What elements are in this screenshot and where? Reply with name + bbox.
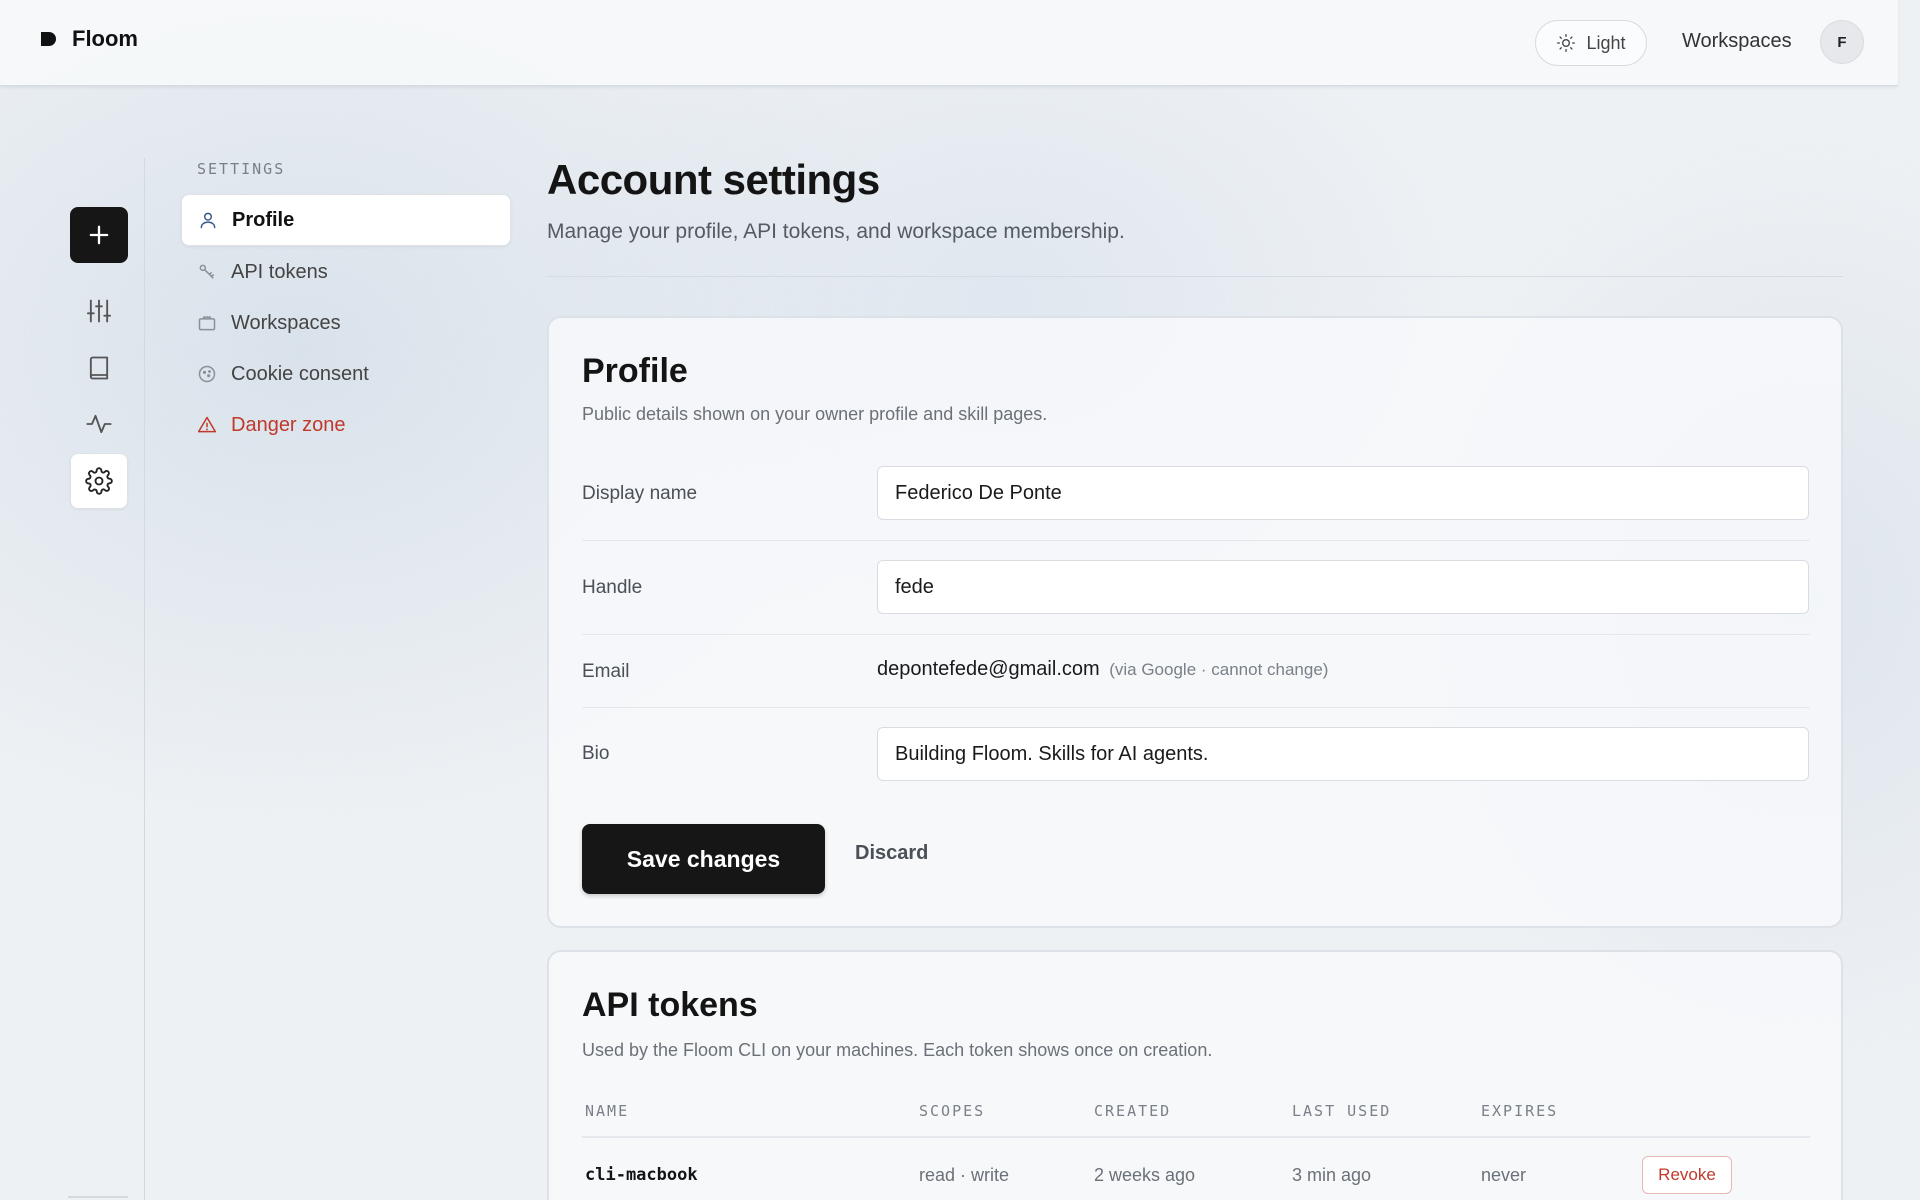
rail-filters-button[interactable] [70, 288, 128, 334]
handle-field[interactable] [877, 560, 1809, 614]
avatar[interactable]: F [1820, 20, 1864, 64]
discard-button[interactable]: Discard [855, 842, 928, 865]
rail-library-button[interactable] [70, 345, 128, 391]
column-header-expires: EXPIRES [1481, 1102, 1559, 1120]
api-tokens-card: API tokens Used by the Floom CLI on your… [547, 950, 1843, 1200]
display-name-field[interactable] [877, 466, 1809, 520]
token-last-used: 3 min ago [1292, 1165, 1372, 1185]
theme-toggle-button[interactable]: Light [1535, 20, 1647, 66]
profile-subtitle: Public details shown on your owner profi… [582, 404, 1048, 424]
token-name: cli-macbook [585, 1165, 698, 1185]
bio-label: Bio [582, 743, 610, 764]
row-divider [582, 540, 1810, 541]
nav-item-profile[interactable]: Profile [181, 194, 511, 246]
plus-icon [89, 225, 109, 245]
cookie-icon [198, 365, 216, 383]
nav-item-label: Workspaces [231, 311, 341, 334]
token-created: 2 weeks ago [1094, 1165, 1196, 1185]
sun-icon [1557, 34, 1576, 52]
rail-settings-button[interactable] [70, 453, 128, 509]
book-icon [89, 356, 109, 380]
key-icon [199, 264, 214, 279]
profile-card: Profile Public details shown on your own… [547, 316, 1843, 928]
email-display: depontefede@gmail.com (via Google · cann… [877, 658, 1328, 681]
email-label: Email [582, 661, 630, 682]
rail-bottom-divider [68, 1196, 128, 1198]
bio-field[interactable] [877, 727, 1809, 781]
token-scopes: read · write [919, 1165, 1010, 1185]
nav-item-api-tokens[interactable]: API tokens [181, 246, 511, 298]
handle-label: Handle [582, 577, 643, 598]
activity-icon [86, 414, 112, 434]
brand[interactable]: Floom [38, 26, 138, 52]
api-tokens-title: API tokens [582, 986, 758, 1024]
revoke-token-button[interactable]: Revoke [1642, 1156, 1732, 1194]
header-divider [547, 276, 1843, 277]
token-expires: never [1481, 1165, 1527, 1185]
floom-logo-icon [41, 32, 56, 46]
user-icon [200, 212, 216, 229]
nav-item-workspaces[interactable]: Workspaces [181, 297, 511, 349]
row-divider [582, 634, 1810, 635]
column-header-name: NAME [585, 1102, 630, 1120]
nav-item-label: Cookie consent [231, 362, 369, 385]
warning-icon [197, 416, 217, 433]
email-note: (via Google · cannot change) [1109, 660, 1329, 679]
column-header-last-used: LAST USED [1292, 1102, 1392, 1120]
profile-title: Profile [582, 352, 688, 390]
display-name-label: Display name [582, 483, 698, 504]
briefcase-icon [198, 316, 216, 331]
rail-divider [144, 158, 145, 1200]
rail-activity-button[interactable] [70, 401, 128, 447]
table-header-divider [582, 1136, 1810, 1138]
gear-icon [85, 467, 113, 495]
page-subtitle: Manage your profile, API tokens, and wor… [547, 220, 1125, 243]
sliders-icon [86, 299, 112, 323]
column-header-scopes: SCOPES [919, 1102, 986, 1120]
nav-item-label: API tokens [231, 260, 328, 283]
top-bar: Floom Light Workspaces F [0, 0, 1898, 86]
nav-item-danger-zone[interactable]: Danger zone [181, 399, 511, 451]
nav-item-label: Danger zone [231, 413, 346, 436]
api-tokens-subtitle: Used by the Floom CLI on your machines. … [582, 1040, 1213, 1060]
email-value: depontefede@gmail.com [877, 658, 1100, 680]
column-header-created: CREATED [1094, 1102, 1172, 1120]
workspaces-link[interactable]: Workspaces [1682, 30, 1792, 53]
settings-section-label: SETTINGS [197, 160, 286, 178]
nav-item-label: Profile [232, 208, 295, 231]
nav-item-cookie-consent[interactable]: Cookie consent [181, 348, 511, 400]
row-divider [582, 707, 1810, 708]
theme-toggle-label: Light [1586, 32, 1626, 53]
save-button[interactable]: Save changes [582, 824, 825, 894]
page-title: Account settings [547, 156, 880, 203]
app-name: Floom [72, 26, 138, 51]
new-button[interactable] [70, 207, 128, 263]
